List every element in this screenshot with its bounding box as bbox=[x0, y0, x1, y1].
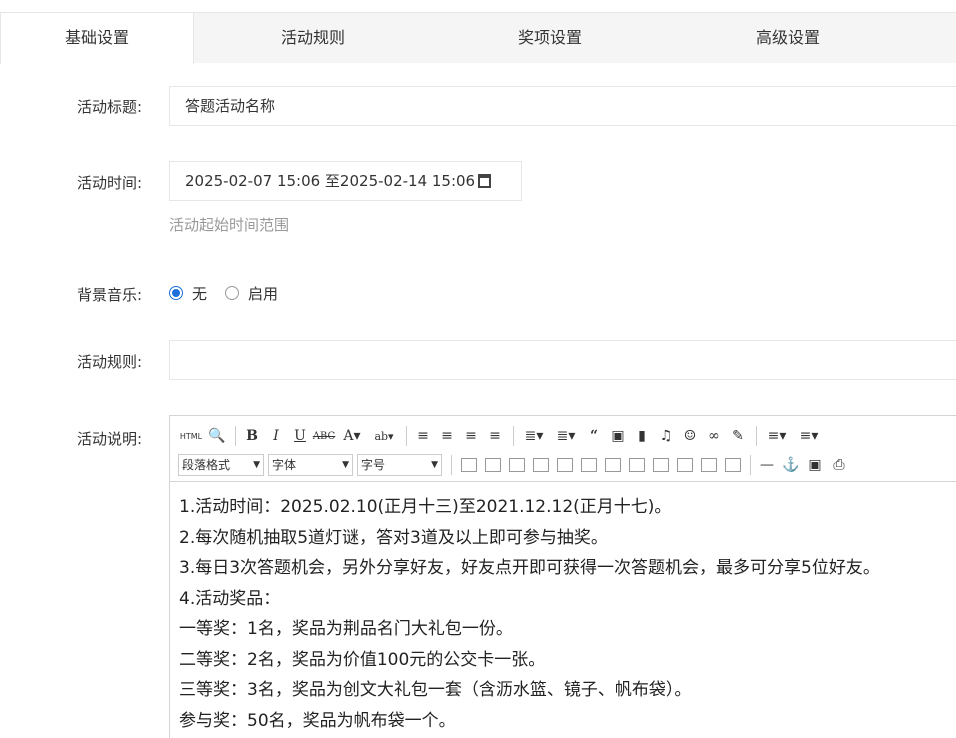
content-line: 4.活动奖品： bbox=[179, 588, 281, 609]
toolbar-divider bbox=[750, 455, 751, 475]
align-justify-icon[interactable]: ≡ bbox=[484, 426, 506, 446]
bold-icon[interactable]: B bbox=[241, 426, 263, 446]
font-size-select[interactable]: 字号 ▼ bbox=[357, 454, 442, 476]
content-line: 三等奖：3名，奖品为创文大礼包一套（含沥水篮、镜子、帆布袋）。 bbox=[179, 680, 692, 700]
line-height-icon[interactable]: ≡▾ bbox=[762, 426, 792, 446]
insert-col-icon[interactable] bbox=[509, 458, 525, 472]
tab-activity-rules[interactable]: 活动规则 bbox=[216, 13, 410, 64]
merge-cells-icon[interactable] bbox=[581, 458, 597, 472]
tab-bar: 基础设置 活动规则 奖项设置 高级设置 bbox=[0, 12, 956, 64]
dropdown-arrow-icon: ▼ bbox=[342, 460, 349, 470]
time-hint: 活动起始时间范围 bbox=[169, 216, 290, 234]
rules-label: 活动规则: bbox=[76, 353, 142, 371]
time-range-value: 2025-02-07 15:06 至2025-02-14 15:06 bbox=[185, 172, 476, 190]
music-label: 背景音乐: bbox=[76, 286, 142, 304]
delete-table-icon[interactable] bbox=[725, 458, 741, 472]
editor-toolbar: HTML 🔍 B I U ABC A▾ ab▾ ≡ ≡ ≡ ≡ ≣▾ ≣▾ “ … bbox=[170, 416, 956, 482]
image-icon[interactable]: ▣ bbox=[607, 426, 629, 446]
editor-content[interactable]: 1.活动时间：2025.02.10(正月十三)至2021.12.12(正月十七)… bbox=[170, 482, 956, 738]
italic-icon[interactable]: I bbox=[265, 426, 287, 446]
dropdown-arrow-icon: ▼ bbox=[431, 460, 438, 470]
video-icon[interactable]: ▮ bbox=[631, 426, 653, 446]
content-line: 参与奖：50名，奖品为帆布袋一个。 bbox=[179, 710, 456, 731]
print-icon[interactable]: ⎙ bbox=[828, 455, 850, 475]
font-size-label: 字号 bbox=[361, 458, 386, 472]
music-icon[interactable]: ♫ bbox=[655, 426, 677, 446]
underline-icon[interactable]: U bbox=[289, 426, 311, 446]
strikethrough-icon[interactable]: ABC bbox=[313, 426, 335, 446]
content-line: 二等奖：2名，奖品为价值100元的公交卡一张。 bbox=[179, 649, 546, 670]
music-option-none-label[interactable]: 无 bbox=[192, 283, 207, 304]
insert-image-icon[interactable]: ▣ bbox=[804, 455, 826, 475]
paragraph-format-select[interactable]: 段落格式 ▼ bbox=[178, 454, 264, 476]
rich-text-editor: HTML 🔍 B I U ABC A▾ ab▾ ≡ ≡ ≡ ≡ ≣▾ ≣▾ “ … bbox=[169, 415, 956, 738]
paragraph-spacing-icon[interactable]: ≡▾ bbox=[794, 426, 824, 446]
toolbar-divider bbox=[513, 426, 514, 446]
cell-props-icon[interactable] bbox=[653, 458, 669, 472]
rules-input[interactable] bbox=[169, 340, 956, 380]
time-label: 活动时间: bbox=[76, 174, 142, 192]
title-label: 活动标题: bbox=[76, 98, 142, 116]
eraser-icon[interactable]: ✎ bbox=[727, 426, 749, 446]
music-radio-enable[interactable] bbox=[225, 286, 240, 300]
horizontal-rule-icon[interactable]: — bbox=[756, 455, 778, 475]
delete-col-icon[interactable] bbox=[557, 458, 573, 472]
preview-icon[interactable]: 🔍 bbox=[206, 426, 228, 446]
tab-prize-settings[interactable]: 奖项设置 bbox=[453, 13, 647, 64]
toolbar-divider bbox=[235, 426, 236, 446]
align-right-icon[interactable]: ≡ bbox=[460, 426, 482, 446]
music-radio-none[interactable] bbox=[169, 286, 183, 300]
tab-basic-settings[interactable]: 基础设置 bbox=[0, 13, 194, 64]
music-option-enable-label[interactable]: 启用 bbox=[248, 283, 278, 304]
font-color-icon[interactable]: A▾ bbox=[337, 426, 367, 446]
split-cells-icon[interactable] bbox=[605, 458, 621, 472]
music-radio-group: 无 启用 bbox=[169, 283, 296, 303]
link-icon[interactable]: ∞ bbox=[703, 426, 725, 446]
dropdown-arrow-icon: ▼ bbox=[253, 460, 260, 470]
toolbar-divider bbox=[406, 426, 407, 446]
content-line: 2.每次随机抽取5道灯谜，答对3道及以上即可参与抽奖。 bbox=[179, 527, 608, 548]
table-props-icon[interactable] bbox=[629, 458, 645, 472]
blockquote-icon[interactable]: “ bbox=[583, 426, 605, 446]
paragraph-format-label: 段落格式 bbox=[182, 458, 231, 472]
content-line: 1.活动时间：2025.02.10(正月十三)至2021.12.12(正月十七)… bbox=[179, 497, 672, 517]
unordered-list-icon[interactable]: ≣▾ bbox=[551, 426, 581, 446]
split-cols-icon[interactable] bbox=[701, 458, 717, 472]
time-range-input[interactable]: 2025-02-07 15:06 至2025-02-14 15:06 bbox=[169, 161, 522, 201]
html-source-button[interactable]: HTML bbox=[178, 426, 204, 446]
emoticon-icon[interactable]: ☺ bbox=[679, 426, 701, 446]
align-left-icon[interactable]: ≡ bbox=[412, 426, 434, 446]
font-family-label: 字体 bbox=[272, 458, 297, 472]
toolbar-divider bbox=[756, 426, 757, 446]
font-family-select[interactable]: 字体 ▼ bbox=[268, 454, 353, 476]
desc-label: 活动说明: bbox=[76, 430, 142, 448]
align-center-icon[interactable]: ≡ bbox=[436, 426, 458, 446]
insert-row-icon[interactable] bbox=[485, 458, 501, 472]
anchor-icon[interactable]: ⚓ bbox=[780, 455, 802, 475]
title-input[interactable]: 答题活动名称 bbox=[169, 86, 956, 126]
content-line: 3.每日3次答题机会，另外分享好友，好友点开即可获得一次答题机会，最多可分享5位… bbox=[179, 558, 880, 578]
delete-row-icon[interactable] bbox=[533, 458, 549, 472]
ordered-list-icon[interactable]: ≣▾ bbox=[519, 426, 549, 446]
split-rows-icon[interactable] bbox=[677, 458, 693, 472]
insert-table-icon[interactable] bbox=[461, 458, 477, 472]
content-line: 一等奖：1名，奖品为荆品名门大礼包一份。 bbox=[179, 619, 513, 639]
calendar-icon[interactable] bbox=[478, 174, 492, 188]
toolbar-divider bbox=[451, 455, 452, 475]
tab-advanced-settings[interactable]: 高级设置 bbox=[691, 13, 885, 64]
text-case-icon[interactable]: ab▾ bbox=[369, 426, 399, 446]
